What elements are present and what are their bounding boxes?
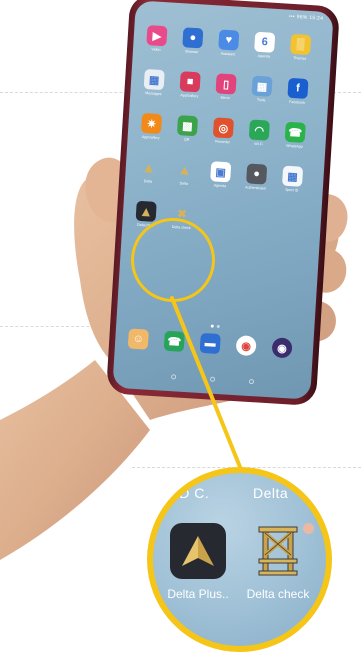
auth-icon: ● (246, 163, 268, 185)
home-app[interactable]: ▣ Agenda (207, 161, 235, 190)
recents-icon[interactable] (248, 378, 254, 384)
facebook-icon: f (287, 77, 309, 99)
home-app-label: Themes (293, 56, 307, 61)
home-app[interactable]: ■ AppGallery (176, 71, 204, 100)
phone-icon: ☎ (163, 330, 185, 352)
home-app[interactable]: ● Browser (179, 27, 207, 56)
wifi-icon: ◠ (248, 119, 270, 141)
home-app-label: Facebook (289, 99, 306, 105)
globe-icon: ● (182, 27, 204, 49)
mirror-icon: ▯ (215, 73, 237, 95)
home-icon[interactable] (209, 376, 215, 382)
home-app-label: Agenda (257, 53, 271, 59)
home-app[interactable]: ▲ Delta (135, 157, 163, 186)
whatsapp-icon: ☎ (284, 121, 306, 143)
home-app[interactable]: ▩ QR (173, 115, 201, 144)
delta-plus-icon: ▲ (135, 200, 157, 222)
home-app-label: Browser (185, 49, 199, 55)
home-app[interactable]: ▒ Themes (287, 33, 315, 63)
home-app-label: Delta (179, 181, 189, 186)
delta-icon: ▲ (177, 161, 193, 179)
smartphone: ••• 96% 15:24 ▶ Video ● Browser ♥ Assistant 6 A… (105, 0, 341, 407)
recorder-icon: ◎ (212, 117, 234, 139)
zoom-partial-label-left: PID C. (165, 485, 210, 501)
home-app[interactable]: ▲ Delta (171, 159, 199, 188)
home-app-label: AppGallery (180, 93, 199, 99)
home-app-label: Tools (256, 97, 266, 103)
home-app[interactable]: ◠ Wi-Fi (245, 119, 273, 148)
home-app[interactable]: ✷ AppGallery (138, 112, 166, 142)
home-app[interactable]: ▦ Messages (140, 68, 168, 98)
zoom-partial-label-right: Delta (253, 485, 289, 501)
dock-app[interactable]: ◉ (233, 335, 260, 357)
home-app[interactable]: ☎ WhatsApp (281, 121, 309, 151)
home-app-label: Agenda (213, 183, 227, 189)
home-app[interactable]: 6 Agenda (251, 31, 279, 60)
home-app-label: WhatsApp (286, 143, 303, 149)
camera-icon: ◉ (271, 337, 293, 359)
highlight-ring-small (131, 218, 215, 302)
home-app-label: Sport ID (285, 187, 299, 193)
qr-icon: ▩ (176, 115, 199, 137)
home-app[interactable]: ● Authenticator (243, 163, 271, 192)
home-app[interactable]: ▶ Video (143, 25, 171, 54)
play-icon: ▶ (146, 25, 168, 47)
messages-icon: ▬ (199, 332, 221, 355)
back-icon[interactable] (170, 373, 176, 379)
agenda-icon: ▣ (210, 161, 232, 183)
app-label: Delta Plus.. (167, 587, 229, 601)
dock-app[interactable]: ☺ (125, 328, 152, 350)
home-app-label: Authenticator (245, 185, 267, 191)
sun-icon: ✷ (140, 112, 163, 135)
zoom-callout: PID C. Delta Delta Plus.. Delta check (147, 467, 332, 652)
dock: ☺ ☎ ▬ ◉ ◉ (124, 328, 303, 365)
bag-icon: ■ (179, 71, 201, 93)
chrome-icon: ◉ (235, 335, 257, 357)
home-app[interactable]: f Facebook (284, 77, 312, 107)
home-app[interactable]: ♥ Assistant (215, 29, 243, 58)
dock-app[interactable]: ▬ (197, 332, 224, 355)
home-app-label: AppGallery (141, 134, 160, 141)
dock-app[interactable]: ◉ (268, 337, 295, 359)
home-app-label: Messages (145, 91, 162, 97)
heart-icon: ♥ (218, 29, 240, 51)
dock-app[interactable]: ☎ (161, 330, 188, 353)
delta-check-icon (250, 523, 306, 579)
home-app-label: Assistant (220, 51, 236, 57)
navigation-bar (113, 366, 311, 392)
home-app[interactable]: ▦ Tools (248, 75, 276, 104)
app-delta-plus[interactable]: Delta Plus.. (163, 523, 233, 601)
folder-icon: ▦ (251, 75, 273, 97)
calendar-icon: 6 (254, 31, 276, 53)
delta-plus-icon (170, 523, 226, 579)
tiles-icon: ▦ (143, 68, 165, 91)
sport-icon: ▦ (281, 165, 304, 187)
status-bar: ••• 96% 15:24 (288, 13, 324, 22)
app-delta-check[interactable]: Delta check (243, 523, 313, 601)
delta-icon: ▲ (141, 159, 157, 176)
contacts-icon: ☺ (127, 328, 149, 350)
home-app-label: Delta (143, 179, 153, 184)
home-app[interactable]: ▦ Sport ID (279, 165, 307, 194)
notification-dot (303, 523, 314, 534)
home-app-label: Video (151, 47, 161, 52)
brush-icon: ▒ (290, 33, 312, 56)
page-indicator (210, 324, 220, 329)
photo-stage: ••• 96% 15:24 ▶ Video ● Browser ♥ Assistant 6 A… (0, 0, 361, 661)
home-app-label: Wi-Fi (254, 141, 263, 147)
home-app-label: Recorder (215, 139, 231, 145)
home-app-label: QR (183, 137, 190, 142)
home-app[interactable]: ◎ Recorder (209, 117, 237, 146)
home-app[interactable]: ▯ Mirror (212, 73, 240, 102)
app-label: Delta check (246, 587, 310, 601)
phone-screen: ••• 96% 15:24 ▶ Video ● Browser ♥ Assistant 6 A… (112, 0, 334, 400)
home-app-label: Mirror (220, 95, 231, 101)
